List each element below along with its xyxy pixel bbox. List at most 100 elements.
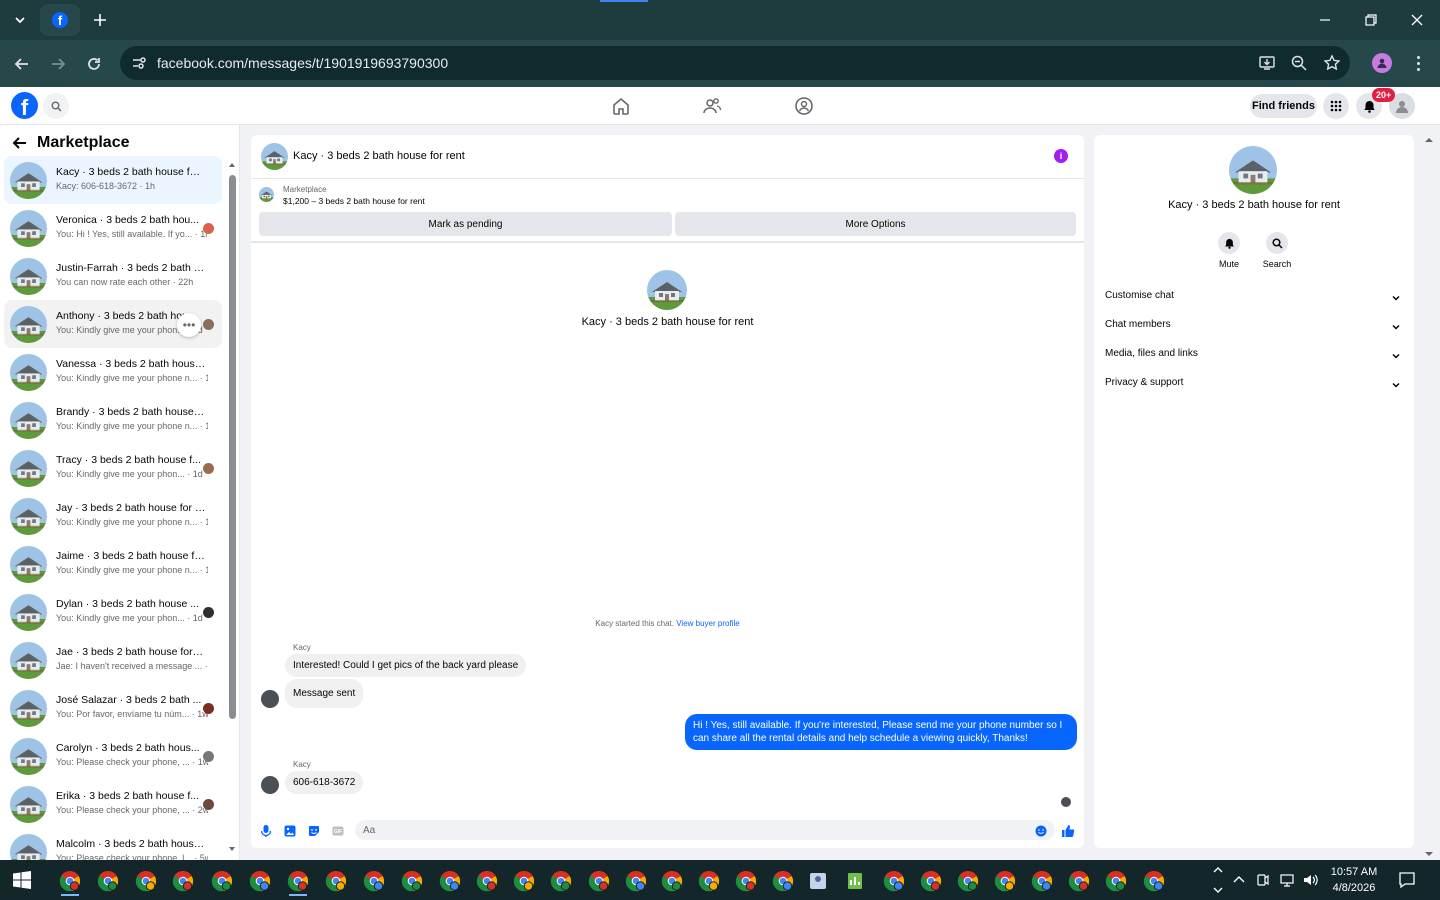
conversation-item[interactable]: Jae · 3 beds 2 bath house for re... Jae: … — [4, 636, 222, 684]
conversation-item[interactable]: Jaime · 3 beds 2 bath house for... You: K… — [4, 540, 222, 588]
taskbar-app-icon[interactable] — [435, 866, 465, 896]
details-section-item[interactable]: Chat members — [1105, 319, 1403, 339]
listing-thumbnail[interactable] — [259, 187, 274, 202]
find-friends-button[interactable]: Find friends — [1250, 94, 1317, 118]
meet-now-icon[interactable] — [1255, 872, 1271, 888]
taskbar-app-icon[interactable] — [168, 866, 198, 896]
taskbar-app-icon[interactable] — [472, 866, 502, 896]
chat-title[interactable]: Kacy · 3 beds 2 bath house for rent — [293, 150, 465, 162]
conversation-item[interactable]: Justin-Farrah · 3 beds 2 bath h... You ca… — [4, 252, 222, 300]
taskbar-app-icon[interactable] — [1101, 866, 1131, 896]
conversation-item[interactable]: Dylan · 3 beds 2 bath house ... You: Kind… — [4, 588, 222, 636]
notification-center-icon[interactable] — [1398, 871, 1416, 889]
conversation-item[interactable]: Brandy · 3 beds 2 bath house f... You: Ki… — [4, 396, 222, 444]
volume-icon[interactable] — [1302, 872, 1318, 888]
taskbar-app-icon[interactable] — [245, 866, 275, 896]
sticker-icon[interactable] — [307, 824, 321, 838]
zoom-icon[interactable] — [1290, 54, 1308, 72]
home-icon[interactable] — [611, 96, 631, 116]
more-options-button[interactable]: More Options — [675, 212, 1076, 236]
show-hidden-icons-chevron-icon[interactable] — [1231, 872, 1247, 888]
message-bubble-incoming[interactable]: 606-618-3672 — [285, 771, 364, 794]
taskbar-app-icon[interactable] — [321, 866, 351, 896]
url-text[interactable]: facebook.com/messages/t/1901919693790300 — [157, 55, 448, 71]
taskbar-app-icon[interactable] — [879, 866, 909, 896]
taskbar-app-icon[interactable] — [694, 866, 724, 896]
network-icon[interactable] — [1279, 872, 1295, 888]
taskbar-app-icon[interactable] — [990, 866, 1020, 896]
tray-down-arrow-icon[interactable] — [1212, 884, 1224, 896]
details-section-item[interactable]: Customise chat — [1105, 290, 1403, 310]
install-app-icon[interactable] — [1258, 54, 1276, 72]
taskbar-clock[interactable]: 10:57 AM 4/8/2026 — [1318, 864, 1390, 896]
listing-price-title[interactable]: $1,200 – 3 beds 2 bath house for rent — [283, 196, 425, 206]
emoji-icon[interactable] — [1035, 825, 1047, 837]
browser-tab-facebook[interactable]: f — [40, 4, 80, 36]
conversation-item[interactable]: Malcolm · 3 beds 2 bath house ... You: Pl… — [4, 828, 222, 860]
conversation-item[interactable]: Carolyn · 3 beds 2 bath hous... You: Plea… — [4, 732, 222, 780]
view-buyer-profile-link[interactable]: View buyer profile — [676, 619, 739, 628]
groups-icon[interactable] — [794, 96, 814, 116]
friends-icon[interactable] — [702, 96, 722, 116]
mark-as-pending-button[interactable]: Mark as pending — [259, 212, 672, 236]
tray-up-arrow-icon[interactable] — [1212, 864, 1224, 876]
taskbar-app-icon[interactable] — [207, 866, 237, 896]
taskbar-app-icon[interactable] — [93, 866, 123, 896]
minimize-icon[interactable] — [1313, 8, 1337, 32]
details-section-item[interactable]: Privacy & support — [1105, 377, 1403, 397]
taskbar-app-icon[interactable] — [509, 866, 539, 896]
back-arrow-icon[interactable] — [12, 135, 28, 151]
site-settings-icon[interactable] — [130, 54, 148, 72]
conversation-item[interactable]: Anthony · 3 beds 2 bath hou... You: Kindl… — [4, 300, 222, 348]
conversation-item[interactable]: Erika · 3 beds 2 bath house f... You: Ple… — [4, 780, 222, 828]
details-section-item[interactable]: Media, files and links — [1105, 348, 1403, 368]
microphone-icon[interactable] — [259, 824, 273, 838]
gif-icon[interactable]: GIF — [331, 824, 345, 838]
message-input[interactable] — [355, 820, 1055, 840]
profile-avatar-icon[interactable] — [1372, 53, 1392, 73]
taskbar-app-icon[interactable] — [657, 866, 687, 896]
menu-grid-icon[interactable] — [1323, 93, 1349, 119]
reload-icon[interactable] — [82, 52, 106, 76]
taskbar-app-icon[interactable] — [1064, 866, 1094, 896]
close-window-icon[interactable] — [1405, 8, 1429, 32]
taskbar-app-icon[interactable] — [731, 866, 761, 896]
taskbar-app-icon[interactable] — [359, 866, 389, 896]
taskbar-app-icon[interactable] — [55, 866, 85, 896]
tab-search-chevron-icon[interactable] — [6, 6, 34, 34]
sender-avatar[interactable] — [261, 690, 279, 708]
taskbar-app-icon[interactable] — [621, 866, 651, 896]
conversation-item[interactable]: Vanessa · 3 beds 2 bath house f... You: K… — [4, 348, 222, 396]
taskbar-app-icon[interactable] — [283, 866, 313, 896]
thumbs-up-icon[interactable] — [1061, 824, 1075, 838]
search-conversation-button[interactable]: Search — [1257, 232, 1297, 269]
more-options-icon[interactable]: ••• — [177, 313, 201, 337]
photo-icon[interactable] — [283, 824, 297, 838]
bookmark-star-icon[interactable] — [1323, 54, 1341, 72]
address-bar[interactable]: facebook.com/messages/t/1901919693790300 — [120, 46, 1350, 80]
taskbar-app-icon[interactable] — [584, 866, 614, 896]
fb-search-icon[interactable] — [43, 93, 69, 119]
forward-arrow-icon[interactable] — [46, 52, 70, 76]
new-tab-plus-icon[interactable] — [86, 6, 114, 34]
browser-menu-icon[interactable] — [1410, 54, 1426, 72]
back-arrow-icon[interactable] — [10, 52, 34, 76]
conversation-item[interactable]: Jay · 3 beds 2 bath house for re... You: … — [4, 492, 222, 540]
sender-avatar[interactable] — [261, 776, 279, 794]
chat-avatar[interactable] — [261, 143, 288, 170]
conversation-item[interactable]: Tracy · 3 beds 2 bath house f... You: Kin… — [4, 444, 222, 492]
mute-button[interactable]: Mute — [1209, 232, 1249, 269]
profile-avatar[interactable] — [647, 270, 687, 310]
taskbar-app-icon[interactable] — [803, 866, 833, 896]
taskbar-app-icon[interactable] — [397, 866, 427, 896]
page-scrollbar[interactable] — [1424, 136, 1434, 858]
taskbar-app-icon[interactable] — [546, 866, 576, 896]
taskbar-app-icon[interactable] — [953, 866, 983, 896]
message-bubble-incoming[interactable]: Message sent — [285, 679, 364, 708]
taskbar-app-icon[interactable] — [916, 866, 946, 896]
taskbar-app-icon[interactable] — [1139, 866, 1169, 896]
conversation-item[interactable]: Kacy · 3 beds 2 bath house for ... Kacy: … — [4, 156, 222, 204]
restore-icon[interactable] — [1359, 8, 1383, 32]
sidebar-scrollbar[interactable] — [228, 161, 236, 853]
taskbar-app-icon[interactable] — [131, 866, 161, 896]
